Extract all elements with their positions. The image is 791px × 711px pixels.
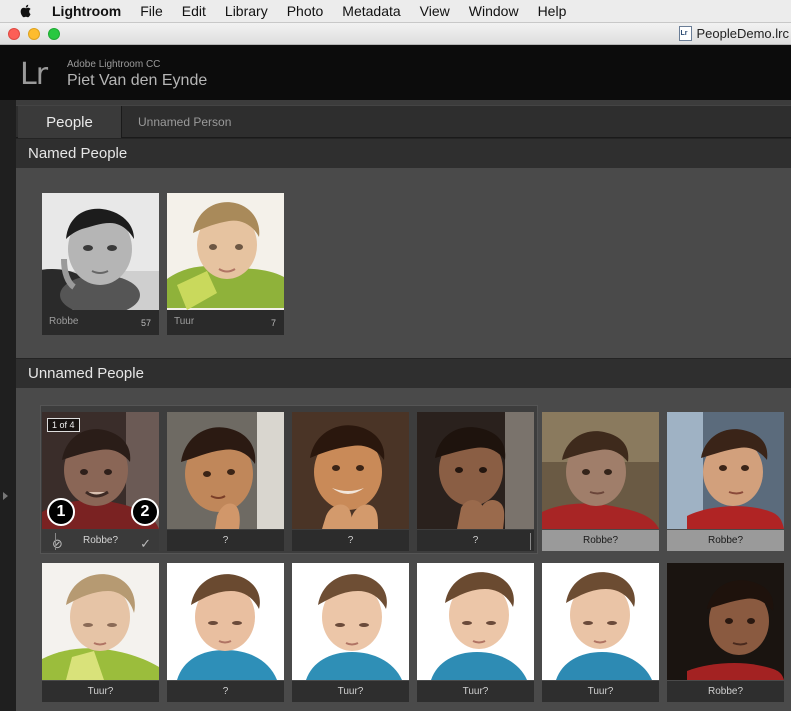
unnamed-face-11[interactable]: Tuur? xyxy=(542,563,659,705)
face-thumbnail[interactable] xyxy=(167,412,284,529)
callout-2: 2 xyxy=(131,498,159,526)
person-caption: Tuur 7 xyxy=(167,312,284,332)
reject-icon[interactable]: ⊘ xyxy=(52,533,63,554)
menu-help[interactable]: Help xyxy=(538,3,567,19)
photo-count: 7 xyxy=(270,318,276,328)
unnamed-face-1[interactable]: 1 of 4 1 2 ⊘ Robbe? ✓ xyxy=(42,412,159,554)
menu-photo[interactable]: Photo xyxy=(287,3,324,19)
document-name: PeopleDemo.lrc xyxy=(696,26,790,41)
face-thumbnail[interactable] xyxy=(292,412,409,529)
face-caption[interactable]: Tuur? xyxy=(292,681,409,702)
face-caption[interactable]: Robbe? xyxy=(542,530,659,551)
face-caption[interactable]: Tuur? xyxy=(42,681,159,702)
face-thumbnail[interactable] xyxy=(417,563,534,680)
face-caption[interactable]: ? xyxy=(292,530,409,551)
unnamed-face-4[interactable]: ? xyxy=(417,412,534,554)
menu-edit[interactable]: Edit xyxy=(182,3,206,19)
unnamed-face-10[interactable]: Tuur? xyxy=(417,563,534,705)
unnamed-face-2[interactable]: ? xyxy=(167,412,284,554)
menu-window[interactable]: Window xyxy=(469,3,519,19)
face-caption[interactable]: Tuur? xyxy=(542,681,659,702)
face-thumbnail[interactable] xyxy=(167,563,284,680)
person-caption: Robbe 57 xyxy=(42,312,159,332)
menubar: Lightroom File Edit Library Photo Metada… xyxy=(0,0,791,23)
left-panel-edge[interactable] xyxy=(0,100,16,711)
checkmark-icon[interactable]: ✓ xyxy=(140,533,151,554)
face-caption[interactable]: ? xyxy=(417,530,534,551)
identity-plate: Lr Adobe Lightroom CC Piet Van den Eynde xyxy=(0,45,791,100)
menu-view[interactable]: View xyxy=(420,3,450,19)
zoom-window-button[interactable] xyxy=(48,28,60,40)
face-thumbnail[interactable] xyxy=(292,563,409,680)
app-name: Adobe Lightroom CC xyxy=(67,59,161,70)
face-caption[interactable]: Robbe? xyxy=(667,681,784,702)
face-thumbnail[interactable] xyxy=(542,412,659,529)
unnamed-face-7[interactable]: Tuur? xyxy=(42,563,159,705)
named-person-robbe[interactable]: Robbe 57 xyxy=(42,193,159,335)
document-title: PeopleDemo.lrc xyxy=(678,26,790,41)
face-caption[interactable]: ? xyxy=(167,681,284,702)
stack-divider xyxy=(55,533,56,550)
unnamed-face-5[interactable]: Robbe? xyxy=(542,412,659,554)
face-thumbnail[interactable] xyxy=(42,563,159,680)
suggested-name[interactable]: Robbe? xyxy=(83,535,118,546)
tab-people[interactable]: People xyxy=(18,106,122,139)
close-window-button[interactable] xyxy=(8,28,20,40)
face-caption: ⊘ Robbe? ✓ xyxy=(42,530,159,551)
face-caption[interactable]: Robbe? xyxy=(667,530,784,551)
people-toolbar: People Unnamed Person xyxy=(16,105,791,139)
person-name[interactable]: Robbe xyxy=(49,316,78,327)
breadcrumb-unnamed-person[interactable]: Unnamed Person xyxy=(138,115,231,129)
face-thumbnail[interactable] xyxy=(667,412,784,529)
catalog-file-icon xyxy=(678,26,692,41)
minimize-window-button[interactable] xyxy=(28,28,40,40)
face-thumbnail[interactable] xyxy=(542,563,659,680)
face-thumbnail[interactable] xyxy=(667,563,784,680)
face-caption[interactable]: ? xyxy=(167,530,284,551)
named-person-tuur[interactable]: Tuur 7 xyxy=(167,193,284,335)
expand-left-panel-icon[interactable] xyxy=(3,492,8,500)
menu-metadata[interactable]: Metadata xyxy=(342,3,400,19)
menu-file[interactable]: File xyxy=(140,3,163,19)
named-people-header[interactable]: Named People xyxy=(16,138,791,168)
callout-1: 1 xyxy=(47,498,75,526)
lightroom-logo: Lr xyxy=(20,57,48,92)
named-people-grid: Robbe 57 Tuur 7 xyxy=(16,168,791,358)
menu-app-lightroom[interactable]: Lightroom xyxy=(52,3,121,19)
window-titlebar: PeopleDemo.lrc xyxy=(0,23,791,45)
apple-menu-icon[interactable] xyxy=(18,3,34,19)
unnamed-face-8[interactable]: ? xyxy=(167,563,284,705)
catalog-owner: Piet Van den Eynde xyxy=(67,72,208,89)
stack-divider xyxy=(530,533,531,550)
photo-count: 57 xyxy=(140,318,151,328)
unnamed-face-6[interactable]: Robbe? xyxy=(667,412,784,554)
face-thumbnail[interactable] xyxy=(417,412,534,529)
unnamed-face-9[interactable]: Tuur? xyxy=(292,563,409,705)
unnamed-face-12[interactable]: Robbe? xyxy=(667,563,784,705)
people-view: People Unnamed Person Named People Robbe… xyxy=(16,100,791,711)
stack-count-badge[interactable]: 1 of 4 xyxy=(47,418,80,432)
menu-library[interactable]: Library xyxy=(225,3,268,19)
face-thumbnail[interactable] xyxy=(42,193,159,310)
unnamed-people-header[interactable]: Unnamed People xyxy=(16,358,791,388)
person-name[interactable]: Tuur xyxy=(174,316,194,327)
unnamed-face-3[interactable]: ? xyxy=(292,412,409,554)
face-thumbnail[interactable] xyxy=(167,193,284,310)
face-caption[interactable]: Tuur? xyxy=(417,681,534,702)
